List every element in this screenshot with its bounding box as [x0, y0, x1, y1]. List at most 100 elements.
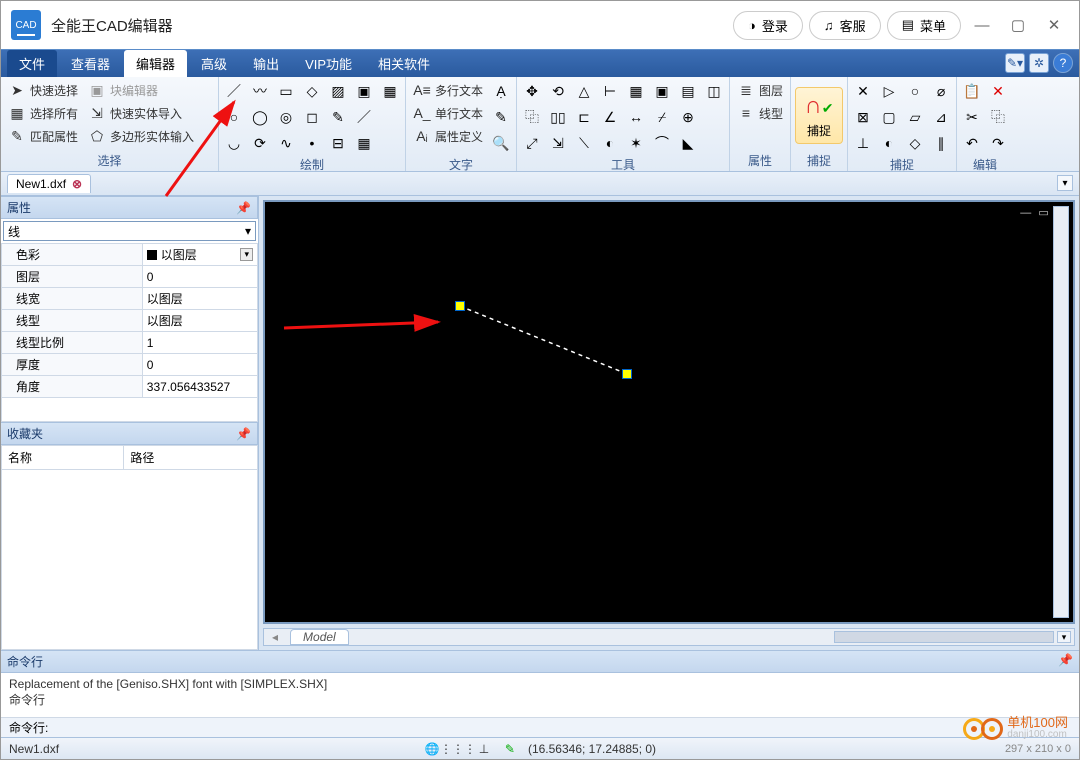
pin-icon[interactable]: 📌: [236, 201, 251, 215]
tab-file[interactable]: 文件: [7, 50, 57, 77]
circle-icon[interactable]: ○: [223, 106, 245, 128]
snap-par-icon[interactable]: ∥: [930, 132, 952, 154]
close-tab-icon[interactable]: ⊗: [72, 177, 82, 191]
tab-related[interactable]: 相关软件: [366, 50, 442, 77]
text-edit-icon[interactable]: ✎: [490, 106, 512, 128]
attrdef-button[interactable]: Aᵢ属性定义: [410, 126, 486, 146]
grip-end[interactable]: [622, 369, 632, 379]
horizontal-scrollbar[interactable]: [834, 631, 1054, 643]
minimize-button[interactable]: —: [967, 10, 997, 40]
tab-vip[interactable]: VIP功能: [293, 50, 364, 77]
snap-ins-icon[interactable]: ▱: [904, 106, 926, 128]
menu-button[interactable]: ▤菜单: [887, 11, 961, 40]
undo-icon[interactable]: ↶: [961, 132, 983, 154]
help-icon[interactable]: ?: [1053, 53, 1073, 73]
snap-mid-icon[interactable]: ▷: [878, 80, 900, 102]
break-icon[interactable]: ⌿: [651, 106, 673, 128]
settings-icon[interactable]: ✲: [1029, 53, 1049, 73]
snap-tan-icon[interactable]: ⊥: [852, 132, 874, 154]
rect-icon[interactable]: ▭: [275, 80, 297, 102]
square-icon[interactable]: ◻: [301, 106, 323, 128]
vertical-scrollbar[interactable]: [1053, 206, 1069, 618]
chamfer-icon[interactable]: ◣: [677, 132, 699, 154]
tabs-dropdown[interactable]: ▾: [1057, 175, 1073, 191]
group2-icon[interactable]: ▤: [677, 80, 699, 102]
grip-start[interactable]: [455, 301, 465, 311]
group3-icon[interactable]: ◫: [703, 80, 725, 102]
prop-row-angle[interactable]: 角度337.056433527: [2, 376, 258, 398]
tab-viewer[interactable]: 查看器: [59, 50, 122, 77]
block-editor-button[interactable]: ▣块编辑器: [85, 80, 197, 100]
snap-int-icon[interactable]: ▢: [878, 106, 900, 128]
measure-icon[interactable]: ／: [353, 106, 375, 128]
status-grid-icon[interactable]: ⋮⋮⋮: [450, 741, 466, 757]
pencil-edit-icon[interactable]: ✎▾: [1005, 53, 1025, 73]
rotate-icon[interactable]: ⟲: [547, 80, 569, 102]
extend-icon[interactable]: ⟍: [573, 132, 595, 154]
scroll-dropdown[interactable]: ▾: [1057, 631, 1071, 643]
redo-icon[interactable]: ↷: [987, 132, 1009, 154]
maximize-button[interactable]: ▢: [1003, 10, 1033, 40]
line-icon[interactable]: ／: [223, 80, 245, 102]
status-pen-icon[interactable]: ✎: [502, 741, 518, 757]
entity-type-combo[interactable]: 线▾: [3, 221, 256, 241]
dim-lin-icon[interactable]: ⊢: [599, 80, 621, 102]
prop-row-lt[interactable]: 线型以图层: [2, 310, 258, 332]
snap-per-icon[interactable]: ⊿: [930, 106, 952, 128]
eyedrop-icon[interactable]: ✎: [327, 106, 349, 128]
image-icon[interactable]: ▦: [379, 80, 401, 102]
doc-tab-new1[interactable]: New1.dxf ⊗: [7, 174, 91, 193]
match-props-button[interactable]: ✎匹配属性: [5, 126, 81, 146]
command-input[interactable]: 命令行:: [1, 717, 1079, 737]
command-history[interactable]: Replacement of the [Geniso.SHX] font wit…: [1, 673, 1079, 717]
stretch-icon[interactable]: ⇲: [547, 132, 569, 154]
select-all-button[interactable]: ▦选择所有: [5, 103, 81, 123]
prop-row-lw[interactable]: 线宽以图层: [2, 288, 258, 310]
tab-advanced[interactable]: 高级: [189, 50, 239, 77]
ring-icon[interactable]: ◎: [275, 106, 297, 128]
paste-icon[interactable]: 📋: [961, 80, 983, 102]
join-icon[interactable]: ⊕: [677, 106, 699, 128]
cut-icon[interactable]: ✂: [961, 106, 983, 128]
copy2-icon[interactable]: ⿻: [987, 106, 1009, 128]
ellipse-icon[interactable]: ◯: [249, 106, 271, 128]
drawing-canvas[interactable]: — ▭ ✕: [263, 200, 1075, 624]
tab-editor[interactable]: 编辑器: [124, 50, 187, 77]
spline-icon[interactable]: ∿: [275, 132, 297, 154]
arc-icon[interactable]: ◡: [223, 132, 245, 154]
copy-icon[interactable]: ⿻: [521, 106, 543, 128]
offset-icon[interactable]: ⊏: [573, 106, 595, 128]
dim-ang-icon[interactable]: ∠: [599, 106, 621, 128]
solid-import-button[interactable]: ⇲快速实体导入: [85, 103, 197, 123]
prop-row-color[interactable]: 色彩以图层▾: [2, 244, 258, 266]
status-earth-icon[interactable]: 🌐: [424, 741, 440, 757]
text-find-icon[interactable]: 🔍: [490, 132, 512, 154]
block-insert-icon[interactable]: ▣: [353, 80, 375, 102]
trim-icon[interactable]: △: [573, 80, 595, 102]
snap-app-icon[interactable]: ◇: [904, 132, 926, 154]
align-icon[interactable]: ↔: [625, 106, 647, 128]
pin-cmd-icon[interactable]: 📌: [1058, 653, 1073, 670]
polysolid-input-button[interactable]: ⬠多边形实体输入: [85, 126, 197, 146]
stext-button[interactable]: A_单行文本: [410, 103, 486, 123]
tab-output[interactable]: 输出: [241, 50, 291, 77]
layers-button[interactable]: ≣图层: [734, 80, 786, 100]
array-icon[interactable]: ▦: [625, 80, 647, 102]
snap-button[interactable]: ∩✔ 捕捉: [795, 87, 843, 144]
delete-icon[interactable]: ✕: [987, 80, 1009, 102]
status-ortho-icon[interactable]: ⊥: [476, 741, 492, 757]
prop-row-thick[interactable]: 厚度0: [2, 354, 258, 376]
explode-icon[interactable]: ✶: [625, 132, 647, 154]
point-icon[interactable]: •: [301, 132, 323, 154]
linetype-button[interactable]: ≡线型: [734, 103, 786, 123]
login-button[interactable]: ◑登录: [733, 11, 803, 40]
group1-icon[interactable]: ▣: [651, 80, 673, 102]
fillet-icon[interactable]: ⌒: [651, 132, 673, 154]
text-style-icon[interactable]: Ạ: [490, 80, 512, 102]
quick-select-button[interactable]: ➤快速选择: [5, 80, 81, 100]
table-icon[interactable]: ▦: [353, 132, 375, 154]
hatch-icon[interactable]: ▨: [327, 80, 349, 102]
snap-nod-icon[interactable]: ⌀: [930, 80, 952, 102]
service-button[interactable]: ♫客服: [809, 11, 881, 40]
snap-nea-icon[interactable]: ◐: [878, 132, 900, 154]
